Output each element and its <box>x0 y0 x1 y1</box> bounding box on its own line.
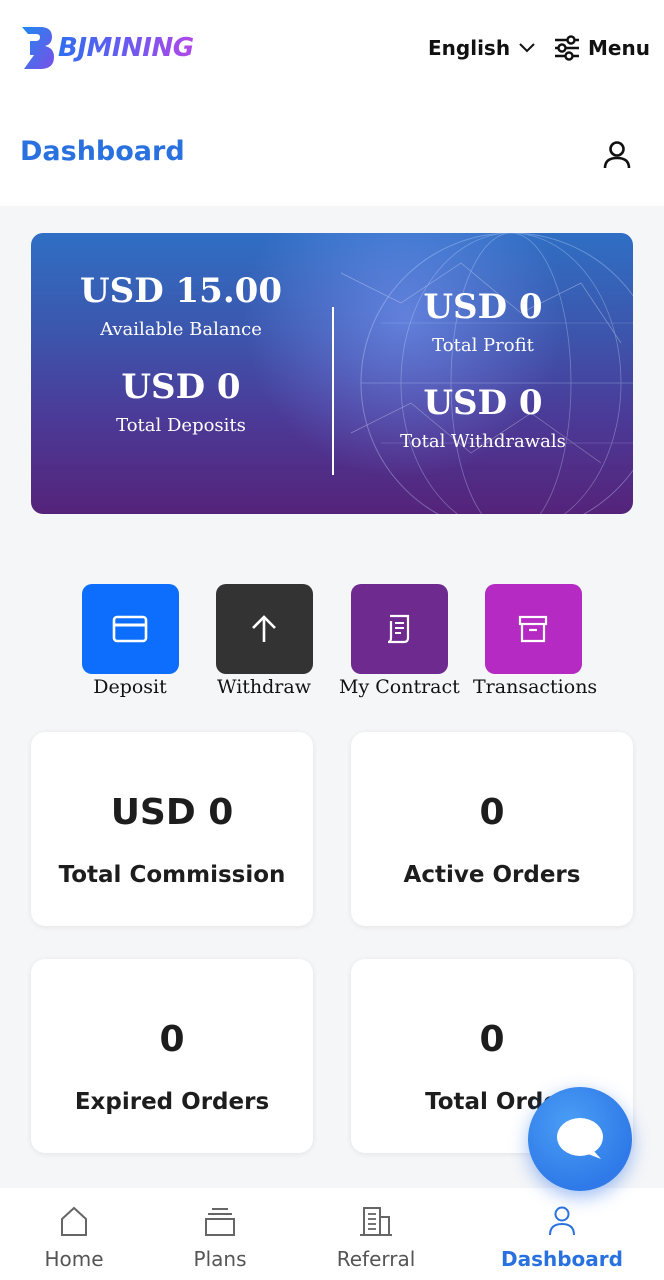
stat-label: Total Commission <box>58 862 286 888</box>
stat-value: 0 <box>159 1019 185 1060</box>
total-deposits-label: Total Deposits <box>116 415 246 436</box>
quick-action-my-contract[interactable]: My Contract <box>339 584 460 698</box>
nav-item-dashboard[interactable]: Dashboard <box>492 1188 632 1280</box>
available-balance-amount: USD 15.00 <box>80 271 282 311</box>
transactions-button[interactable] <box>484 584 582 674</box>
total-deposits-block: USD 0 Total Deposits <box>31 367 331 436</box>
nav-label: Plans <box>193 1247 247 1271</box>
stat-card-expired-orders: 0 Expired Orders <box>31 959 313 1153</box>
available-balance-label: Available Balance <box>100 319 262 340</box>
sliders-icon <box>555 35 579 61</box>
total-profit-label: Total Profit <box>432 335 534 356</box>
balance-card: USD 15.00 Available Balance USD 0 Total … <box>31 233 633 514</box>
stat-value: 0 <box>479 1019 505 1060</box>
stat-label: Expired Orders <box>74 1089 270 1115</box>
transactions-label: Transactions <box>473 676 598 698</box>
deposit-button[interactable] <box>81 584 179 674</box>
quick-action-withdraw[interactable]: Withdraw <box>204 584 324 698</box>
brand-logo[interactable]: BJMINING <box>20 24 194 72</box>
total-withdrawals-block: USD 0 Total Withdrawals <box>333 383 633 452</box>
bottom-nav: Home Plans Referral Dashboard <box>0 1188 664 1280</box>
archive-box-icon <box>518 615 548 643</box>
withdraw-button[interactable] <box>215 584 313 674</box>
total-profit-amount: USD 0 <box>423 287 543 327</box>
document-icon <box>387 614 410 644</box>
stat-card-active-orders: 0 Active Orders <box>351 732 633 926</box>
language-label: English <box>428 36 511 60</box>
menu-button[interactable]: Menu <box>552 30 650 66</box>
nav-item-home[interactable]: Home <box>4 1188 144 1280</box>
chat-button[interactable] <box>528 1087 632 1191</box>
building-icon <box>360 1207 392 1236</box>
nav-label: Home <box>44 1247 104 1271</box>
stat-label: Active Orders <box>403 862 581 888</box>
arrow-up-icon <box>252 615 276 642</box>
total-withdrawals-label: Total Withdrawals <box>400 431 566 452</box>
user-icon <box>603 141 631 169</box>
nav-label: Dashboard <box>501 1247 623 1271</box>
menu-label: Menu <box>588 36 650 60</box>
deposit-label: Deposit <box>93 676 167 698</box>
total-withdrawals-amount: USD 0 <box>423 383 543 423</box>
home-icon <box>61 1206 87 1236</box>
credit-card-icon <box>112 615 148 643</box>
available-balance-block: USD 15.00 Available Balance <box>31 271 331 340</box>
layers-icon <box>205 1208 235 1236</box>
nav-item-referral[interactable]: Referral <box>306 1188 446 1280</box>
stat-value: 0 <box>479 792 505 833</box>
language-selector[interactable]: English <box>428 32 536 64</box>
my-contract-button[interactable] <box>350 584 448 674</box>
dashboard-header: Dashboard <box>0 96 664 206</box>
profile-button[interactable] <box>600 138 634 172</box>
top-bar: BJMINING English Menu <box>0 0 664 96</box>
nav-item-plans[interactable]: Plans <box>150 1188 290 1280</box>
stat-value: USD 0 <box>110 792 234 833</box>
globe-background-icon <box>340 233 633 514</box>
withdraw-label: Withdraw <box>217 676 311 698</box>
total-profit-block: USD 0 Total Profit <box>333 287 633 356</box>
nav-label: Referral <box>336 1247 416 1271</box>
total-deposits-amount: USD 0 <box>121 367 241 407</box>
chevron-down-icon <box>519 43 535 53</box>
quick-action-transactions[interactable]: Transactions <box>473 584 598 698</box>
user-icon <box>549 1206 575 1236</box>
page-title: Dashboard <box>20 136 185 167</box>
brand-name: BJMINING <box>58 33 194 63</box>
quick-action-deposit[interactable]: Deposit <box>70 584 190 698</box>
stat-card-total-commission: USD 0 Total Commission <box>31 732 313 926</box>
my-contract-label: My Contract <box>339 676 460 698</box>
chat-bubble-icon <box>557 1118 603 1159</box>
logo-mark-icon <box>22 27 54 69</box>
